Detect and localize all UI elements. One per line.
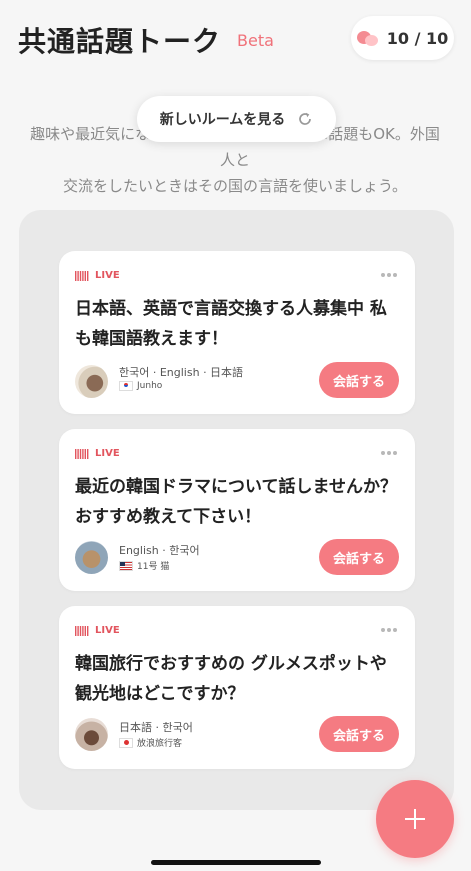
live-bars-icon	[75, 625, 89, 636]
app-header: 共通話題トーク Beta 10 / 10	[0, 0, 471, 80]
room-languages: 日本語 · 한국어	[119, 721, 193, 734]
create-room-button[interactable]	[376, 780, 454, 858]
live-indicator: LIVE	[75, 625, 120, 636]
host-name: 放浪旅行客	[137, 739, 183, 749]
more-options-icon[interactable]	[381, 273, 397, 277]
room-count: 10 / 10	[386, 28, 449, 48]
home-indicator	[151, 860, 321, 865]
join-talk-button[interactable]: 会話する	[319, 539, 399, 575]
join-talk-button[interactable]: 会話する	[319, 716, 399, 752]
korea-flag-icon	[119, 381, 133, 391]
new-rooms-button[interactable]: 新しいルームを見る	[137, 96, 336, 142]
room-languages: 한국어 · English · 日本語	[119, 366, 244, 379]
room-card[interactable]: LIVE 日本語、英語で言語交換する人募集中 私も韓国語教えます！ 한국어 · …	[59, 251, 415, 414]
live-bars-icon	[75, 448, 89, 459]
room-host: 11号 猫	[119, 559, 169, 572]
beta-badge: Beta	[237, 31, 274, 50]
intro-line-2: 交流をしたいときはその国の言語を使いましょう。	[62, 177, 408, 195]
more-options-icon[interactable]	[381, 451, 397, 455]
live-bars-icon	[75, 270, 89, 281]
japan-flag-icon	[119, 737, 133, 748]
live-label: LIVE	[95, 625, 120, 636]
host-name: Junho	[137, 381, 163, 391]
refresh-icon	[299, 112, 312, 125]
avatar	[75, 365, 108, 398]
room-host: Junho	[119, 381, 162, 391]
more-options-icon[interactable]	[381, 628, 397, 632]
avatar	[75, 541, 108, 574]
avatar	[75, 718, 108, 751]
room-card[interactable]: LIVE 韓国旅行でおすすめの グルメスポットや観光地はどこですか？ 日本語 ·…	[59, 606, 415, 769]
page-title: 共通話題トーク	[18, 25, 222, 58]
live-indicator: LIVE	[75, 448, 120, 459]
join-talk-button[interactable]: 会話する	[319, 362, 399, 398]
usa-flag-icon	[119, 560, 133, 571]
room-host: 放浪旅行客	[119, 736, 182, 749]
room-card[interactable]: LIVE 最近の韓国ドラマについて話しませんか？おすすめ教えて下さい！ Engl…	[59, 429, 415, 591]
room-languages: English · 한국어	[119, 544, 200, 557]
room-title: 韓国旅行でおすすめの グルメスポットや観光地はどこですか？	[75, 654, 387, 704]
live-label: LIVE	[95, 270, 120, 281]
live-label: LIVE	[95, 448, 120, 459]
room-title: 日本語、英語で言語交換する人募集中 私も韓国語教えます！	[75, 299, 387, 349]
new-rooms-label: 新しいルームを見る	[159, 112, 286, 128]
live-indicator: LIVE	[75, 270, 120, 281]
room-title: 最近の韓国ドラマについて話しませんか？おすすめ教えて下さい！	[75, 477, 397, 527]
chat-bubbles-icon	[356, 29, 379, 47]
room-counter[interactable]: 10 / 10	[351, 16, 454, 60]
host-name: 11号 猫	[137, 562, 170, 572]
plus-icon	[405, 809, 425, 829]
